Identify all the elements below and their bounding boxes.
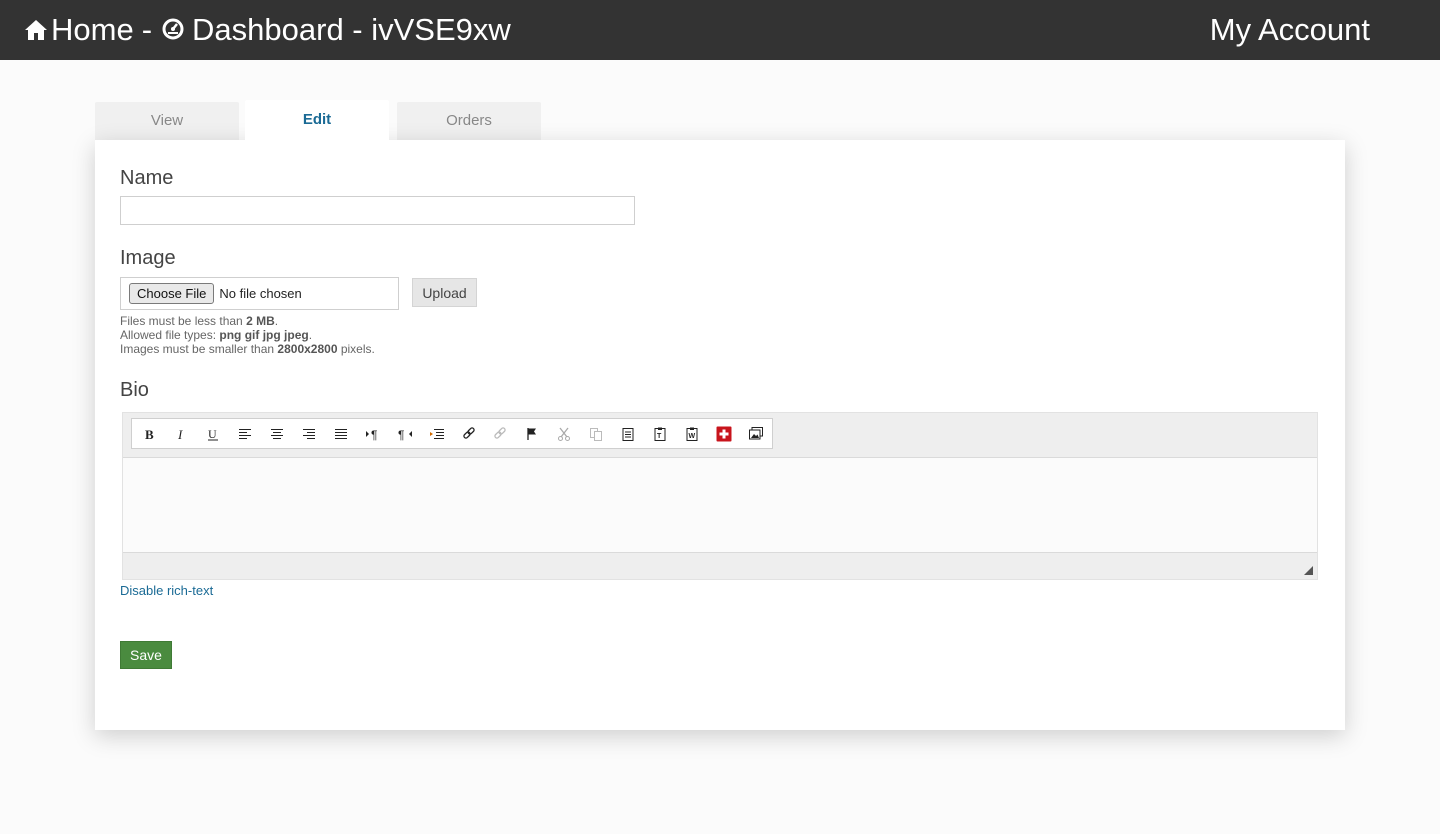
svg-text:W: W xyxy=(689,433,696,440)
tab-view[interactable]: View xyxy=(95,102,239,140)
dashboard-icon xyxy=(162,18,186,42)
svg-text:U: U xyxy=(208,427,217,441)
my-account-link[interactable]: My Account xyxy=(1210,12,1370,48)
help-file-types: Allowed file types: png gif jpg jpeg. xyxy=(120,328,313,342)
editor-toolbar: B I U ¶ ¶ T W xyxy=(131,418,773,449)
svg-text:T: T xyxy=(657,433,662,440)
svg-text:¶: ¶ xyxy=(371,428,377,441)
home-icon xyxy=(24,18,48,42)
editor-resize-handle[interactable] xyxy=(1304,566,1313,575)
help-file-size: Files must be less than 2 MB. xyxy=(120,314,279,328)
help-image-dimensions: Images must be smaller than 2800x2800 pi… xyxy=(120,342,375,356)
file-status: No file chosen xyxy=(219,286,302,301)
underline-icon[interactable]: U xyxy=(197,419,229,448)
bold-icon[interactable]: B xyxy=(133,419,165,448)
svg-text:¶: ¶ xyxy=(398,428,404,441)
svg-text:I: I xyxy=(177,427,183,441)
paste-word-icon[interactable]: W xyxy=(676,419,708,448)
copy-icon[interactable] xyxy=(580,419,612,448)
svg-text:B: B xyxy=(145,427,154,441)
paste-text-icon[interactable]: T xyxy=(644,419,676,448)
image-label: Image xyxy=(120,247,176,269)
tab-edit[interactable]: Edit xyxy=(245,100,389,141)
indent-icon[interactable] xyxy=(421,419,453,448)
dashboard-link[interactable]: Dashboard - ivVSE9xw xyxy=(192,12,511,48)
link-icon[interactable] xyxy=(453,419,485,448)
add-icon[interactable] xyxy=(708,419,740,448)
edit-panel: Name Image Choose File No file chosen Up… xyxy=(95,140,1345,730)
rtl-icon[interactable]: ¶ xyxy=(389,419,421,448)
breadcrumb-separator: - xyxy=(141,12,153,47)
file-input[interactable]: Choose File No file chosen xyxy=(120,277,399,310)
tab-orders[interactable]: Orders xyxy=(397,102,541,140)
disable-rich-text-link[interactable]: Disable rich-text xyxy=(120,583,213,598)
justify-icon[interactable] xyxy=(325,419,357,448)
name-input[interactable] xyxy=(120,196,635,225)
image-icon[interactable] xyxy=(740,419,772,448)
anchor-icon[interactable] xyxy=(516,419,548,448)
align-right-icon[interactable] xyxy=(293,419,325,448)
bio-label: Bio xyxy=(120,379,149,401)
choose-file-button[interactable]: Choose File xyxy=(129,283,215,304)
home-link[interactable]: Home xyxy=(51,12,134,48)
cut-icon[interactable] xyxy=(548,419,580,448)
align-left-icon[interactable] xyxy=(229,419,261,448)
unlink-icon[interactable] xyxy=(484,419,516,448)
breadcrumb: Home - Dashboard - ivVSE9xw xyxy=(24,12,511,48)
italic-icon[interactable]: I xyxy=(165,419,197,448)
top-bar: Home - Dashboard - ivVSE9xw My Account xyxy=(0,0,1440,60)
name-label: Name xyxy=(120,167,174,189)
bio-text-area[interactable] xyxy=(123,457,1317,553)
save-button[interactable]: Save xyxy=(120,641,172,669)
ltr-icon[interactable]: ¶ xyxy=(357,419,389,448)
paste-icon[interactable] xyxy=(612,419,644,448)
align-center-icon[interactable] xyxy=(261,419,293,448)
bio-rich-text-editor: B I U ¶ ¶ T W xyxy=(122,412,1318,580)
upload-button[interactable]: Upload xyxy=(412,278,477,307)
